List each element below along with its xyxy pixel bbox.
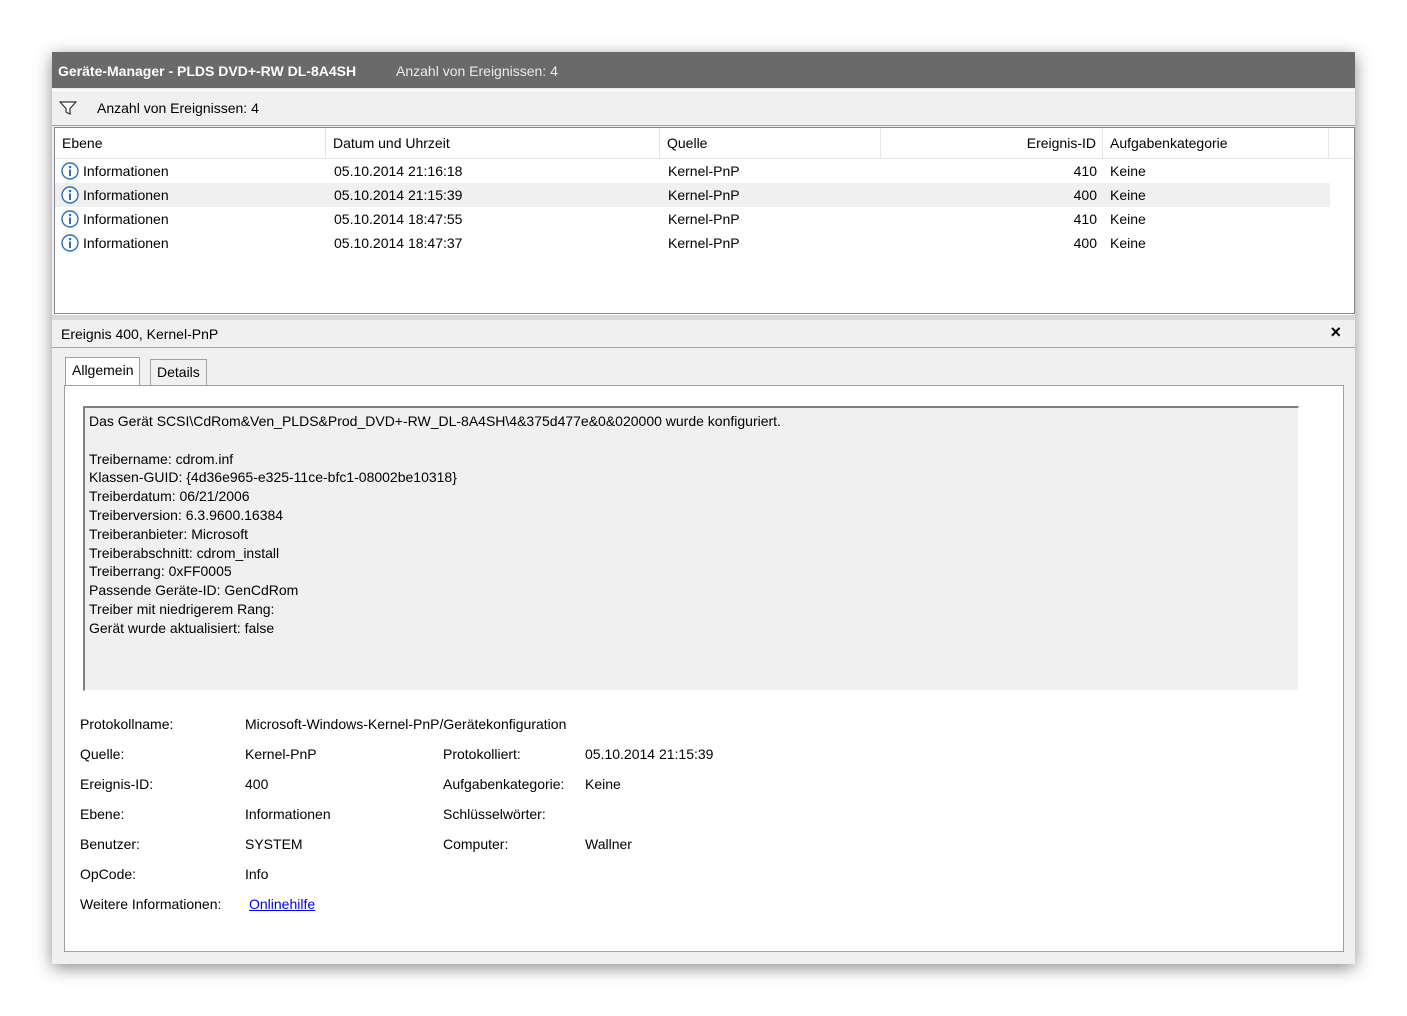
source-value: Kernel-PnP (245, 746, 317, 762)
column-header-event-id[interactable]: Ereignis-ID (881, 128, 1103, 158)
cell-category: Keine (1110, 187, 1146, 203)
filter-bar: Anzahl von Ereignissen: 4 (52, 90, 1355, 126)
filter-icon[interactable] (59, 100, 77, 116)
table-row[interactable]: Informationen 05.10.2014 18:47:37 Kernel-P… (55, 231, 1330, 255)
message-line: Passende Geräte-ID: GenCdRom (89, 582, 299, 599)
table-row[interactable]: Informationen 05.10.2014 21:16:18 Kernel-P… (55, 159, 1330, 183)
computer-value: Wallner (585, 836, 632, 852)
column-header-datetime[interactable]: Datum und Uhrzeit (326, 128, 660, 158)
event-message-text[interactable]: Das Gerät SCSI\CdRom&Ven_PLDS&Prod_DVD+-… (83, 406, 1299, 691)
event-list-header: Ebene Datum und Uhrzeit Quelle Ereignis-… (55, 128, 1354, 159)
info-icon (61, 234, 79, 252)
logged-label: Protokolliert: (443, 746, 521, 762)
cell-source: Kernel-PnP (668, 163, 740, 179)
level-label: Ebene: (80, 806, 125, 822)
info-icon (61, 162, 79, 180)
cell-category: Keine (1110, 211, 1146, 227)
detail-title: Ereignis 400, Kernel-PnP (61, 326, 219, 342)
computer-label: Computer: (443, 836, 509, 852)
event-id-label: Ereignis-ID: (80, 776, 154, 792)
table-row[interactable]: Informationen 05.10.2014 18:47:55 Kernel-P… (55, 207, 1330, 231)
cell-source: Kernel-PnP (668, 187, 740, 203)
message-line: Treiberanbieter: Microsoft (89, 525, 248, 542)
message-line (89, 431, 1294, 450)
message-line: Treiber mit niedrigerem Rang: (89, 600, 275, 617)
info-icon (61, 186, 79, 204)
tab-panel-general: Das Gerät SCSI\CdRom&Ven_PLDS&Prod_DVD+-… (64, 385, 1344, 952)
info-icon (61, 210, 79, 228)
message-line: Treiberabschnitt: cdrom_install (89, 544, 280, 561)
message-line: Klassen-GUID: {4d36e965-e325-11ce-bfc1-0… (89, 469, 457, 486)
log-name-value: Microsoft-Windows-Kernel-PnP/Gerätekonfi… (245, 716, 567, 732)
task-category-label: Aufgabenkategorie: (443, 776, 565, 792)
message-line: Treibername: cdrom.inf (89, 450, 234, 467)
cell-level: Informationen (83, 235, 169, 251)
column-header-source[interactable]: Quelle (660, 128, 881, 158)
user-value: SYSTEM (245, 836, 303, 852)
opcode-label: OpCode: (80, 866, 137, 882)
cell-source: Kernel-PnP (668, 235, 740, 251)
opcode-value: Info (245, 866, 269, 882)
message-line: Treiberrang: 0xFF0005 (89, 563, 232, 580)
level-value: Informationen (245, 806, 331, 822)
cell-source: Kernel-PnP (668, 211, 740, 227)
task-category-value: Keine (585, 776, 621, 792)
cell-datetime: 05.10.2014 18:47:55 (334, 211, 463, 227)
cell-level: Informationen (83, 187, 169, 203)
window-title: Geräte-Manager - PLDS DVD+-RW DL-8A4SH (58, 63, 357, 79)
tab-allgemein[interactable]: Allgemein (65, 357, 141, 385)
cell-datetime: 05.10.2014 21:15:39 (334, 187, 463, 203)
cell-datetime: 05.10.2014 21:16:18 (334, 163, 463, 179)
table-row[interactable]: Informationen 05.10.2014 21:15:39 Kernel-P… (55, 183, 1330, 207)
event-list[interactable]: Ebene Datum und Uhrzeit Quelle Ereignis-… (54, 127, 1355, 314)
tab-details[interactable]: Details (150, 359, 207, 385)
keywords-label: Schlüsselwörter: (443, 806, 546, 822)
user-label: Benutzer: (80, 836, 140, 852)
logged-value: 05.10.2014 21:15:39 (585, 746, 714, 762)
message-line: Treiberdatum: 06/21/2006 (89, 488, 250, 505)
log-name-label: Protokollname: (80, 716, 174, 732)
column-header-level[interactable]: Ebene (55, 128, 326, 158)
cell-level: Informationen (83, 211, 169, 227)
cell-level: Informationen (83, 163, 169, 179)
message-line: Das Gerät SCSI\CdRom&Ven_PLDS&Prod_DVD+-… (89, 413, 781, 429)
event-viewer-window: Geräte-Manager - PLDS DVD+-RW DL-8A4SH A… (52, 52, 1355, 964)
title-bar: Geräte-Manager - PLDS DVD+-RW DL-8A4SH A… (52, 52, 1355, 88)
window-title-count: Anzahl von Ereignissen: 4 (396, 63, 558, 79)
cell-event-id: 410 (1073, 163, 1097, 179)
cell-event-id: 400 (1073, 235, 1097, 251)
event-id-value: 400 (245, 776, 269, 792)
close-icon[interactable]: × (1330, 322, 1341, 343)
source-label: Quelle: (80, 746, 125, 762)
cell-datetime: 05.10.2014 18:47:37 (334, 235, 463, 251)
message-line: Treiberversion: 6.3.9600.16384 (89, 506, 284, 523)
cell-event-id: 410 (1073, 211, 1097, 227)
message-line: Gerät wurde aktualisiert: false (89, 619, 275, 636)
detail-header: Ereignis 400, Kernel-PnP × (52, 320, 1355, 348)
more-info-label: Weitere Informationen: (80, 896, 222, 912)
cell-category: Keine (1110, 163, 1146, 179)
column-header-task-category[interactable]: Aufgabenkategorie (1103, 128, 1329, 158)
cell-category: Keine (1110, 235, 1146, 251)
online-help-link[interactable]: Onlinehilfe (249, 896, 315, 912)
cell-event-id: 400 (1073, 187, 1097, 203)
filter-count-text: Anzahl von Ereignissen: 4 (97, 100, 259, 116)
